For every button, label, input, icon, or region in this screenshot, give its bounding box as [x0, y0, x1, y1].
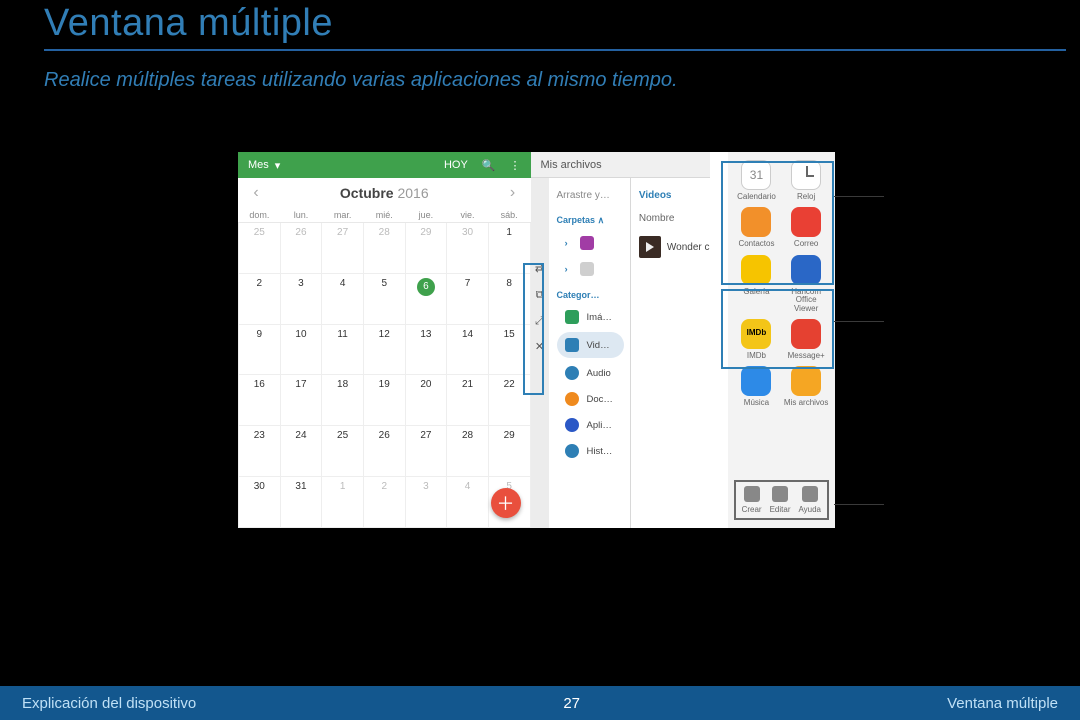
categories-section-label[interactable]: Categor…	[549, 282, 630, 304]
category-videos[interactable]: Vid…	[557, 332, 624, 358]
today-cell: 6	[405, 273, 447, 324]
page-number: 27	[563, 695, 580, 712]
tray-app-clock[interactable]: Reloj	[783, 160, 829, 201]
prev-month-button[interactable]: ‹	[248, 184, 264, 202]
page-subtitle: Realice múltiples tareas utilizando vari…	[0, 51, 1080, 114]
tray-app-music[interactable]: Música	[734, 366, 780, 407]
page-footer: Explicación del dispositivo 27 Ventana m…	[0, 686, 1080, 720]
next-month-button[interactable]: ›	[505, 184, 521, 202]
myfiles-icon	[791, 366, 821, 396]
today-button[interactable]: HOY	[444, 159, 468, 171]
clock-icon	[791, 160, 821, 190]
callout-line	[834, 321, 884, 322]
tray-app-imdb[interactable]: IMDb	[734, 319, 780, 360]
callout-line	[834, 196, 884, 197]
multiwindow-app-tray: Calendario Reloj Contactos Correo Galerí…	[728, 152, 835, 528]
close-icon[interactable]: ✕	[533, 340, 547, 354]
mail-icon	[791, 207, 821, 237]
calendar-view-label[interactable]: Mes	[248, 159, 269, 171]
video-thumbnail-icon	[639, 236, 661, 258]
music-icon	[741, 366, 771, 396]
file-name: Wonder c	[667, 242, 710, 253]
contacts-icon	[741, 207, 771, 237]
category-apps[interactable]: Apli…	[549, 412, 630, 438]
tray-app-calendar[interactable]: Calendario	[734, 160, 780, 201]
drag-content-icon[interactable]: ⧉	[533, 288, 547, 302]
tray-app-gallery[interactable]: Galería	[734, 255, 780, 313]
tray-app-myfiles[interactable]: Mis archivos	[783, 366, 829, 407]
overflow-icon[interactable]: ⋮	[510, 159, 521, 172]
folders-section-label[interactable]: Carpetas ∧	[549, 207, 630, 230]
edit-icon	[772, 486, 788, 502]
file-row[interactable]: Wonder c	[631, 230, 728, 264]
category-history[interactable]: Hist…	[549, 438, 630, 464]
files-sidebar: Arrastre y… Carpetas ∧ › › Categor… Imá……	[549, 178, 631, 528]
tray-app-contacts[interactable]: Contactos	[734, 207, 780, 248]
tray-app-mail[interactable]: Correo	[783, 207, 829, 248]
tray-action-edit[interactable]: Editar	[770, 486, 791, 514]
calendar-app: Mes ▾ HOY 🔍 ⋮ ‹ Octubre 2016 › dom.lun.m…	[238, 152, 531, 528]
message-icon	[791, 319, 821, 349]
files-tab-drag[interactable]: Arrastre y…	[549, 184, 630, 207]
folder-item[interactable]: ›	[549, 230, 630, 256]
footer-left[interactable]: Explicación del dispositivo	[22, 695, 196, 712]
category-images[interactable]: Imá…	[549, 304, 630, 330]
page-title: Ventana múltiple	[0, 0, 1080, 49]
tray-action-create[interactable]: Crear	[742, 486, 762, 514]
category-documents[interactable]: Doc…	[549, 386, 630, 412]
swap-icon[interactable]: ⇄	[533, 262, 547, 276]
multiwindow-toolbar[interactable]: ⇄ ⧉ ⤢ ✕	[531, 152, 549, 528]
create-icon	[744, 486, 760, 502]
dropdown-icon[interactable]: ▾	[275, 159, 281, 172]
folder-item[interactable]: ›	[549, 256, 630, 282]
category-audio[interactable]: Audio	[549, 360, 630, 386]
footer-right[interactable]: Ventana múltiple	[947, 695, 1058, 712]
maximize-icon[interactable]: ⤢	[533, 314, 547, 328]
search-icon[interactable]: 🔍	[482, 159, 496, 172]
tablet-screenshot: Mes ▾ HOY 🔍 ⋮ ‹ Octubre 2016 › dom.lun.m…	[238, 152, 835, 528]
imdb-icon	[741, 319, 771, 349]
tray-app-message[interactable]: Message+	[783, 319, 829, 360]
calendar-icon	[741, 160, 771, 190]
month-navigator: ‹ Octubre 2016 ›	[238, 178, 531, 208]
gallery-icon	[741, 255, 771, 285]
column-name[interactable]: Nombre	[631, 207, 728, 230]
files-title: Mis archivos	[531, 152, 710, 178]
tray-action-help[interactable]: Ayuda	[798, 486, 821, 514]
calendar-grid[interactable]: dom.lun.mar. mié.jue.vie. sáb. 25 26 27 …	[238, 208, 531, 528]
files-app: Mis archivos Arrastre y… Carpetas ∧ › › …	[549, 152, 728, 528]
office-icon	[791, 255, 821, 285]
calendar-toolbar: Mes ▾ HOY 🔍 ⋮	[238, 152, 531, 178]
month-label: Octubre 2016	[340, 185, 429, 201]
help-icon	[802, 486, 818, 502]
files-tab-videos[interactable]: Videos	[631, 184, 728, 207]
files-main: Videos Nombre Wonder c	[631, 178, 728, 528]
add-event-button[interactable]: ＋	[491, 488, 521, 518]
tray-actions: Crear Editar Ayuda	[734, 480, 829, 520]
callout-line	[834, 504, 884, 505]
tray-app-office[interactable]: Hancom Office Viewer	[783, 255, 829, 313]
